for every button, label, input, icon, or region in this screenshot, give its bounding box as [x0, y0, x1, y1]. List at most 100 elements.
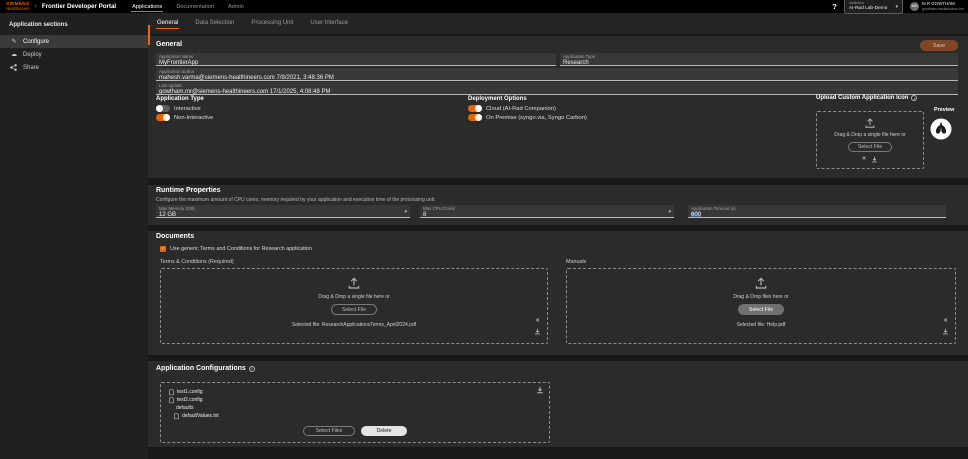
max-cpu-cores-field[interactable]: Max CPU Cores 8 ▾ [420, 205, 674, 218]
terms-file-actions: ✕ [534, 319, 541, 335]
tab-general[interactable]: General [156, 18, 179, 29]
remove-file-icon[interactable]: ✕ [862, 157, 867, 163]
siemens-healthineers-logo: SIEMENS Healthineers [6, 2, 30, 11]
manuals-label: Manuals [566, 259, 586, 265]
config-file-row[interactable]: defaultValues.txt [169, 413, 549, 420]
toggle-label: Interactive [174, 106, 201, 112]
cloud-icon: ☁ [10, 52, 18, 58]
file-icon [169, 397, 174, 404]
nav-item-admin[interactable]: Admin [227, 2, 245, 12]
tab-user-interface[interactable]: User Interface [309, 18, 349, 29]
scroll-indicator[interactable] [148, 25, 150, 45]
download-file-icon[interactable] [942, 328, 949, 335]
sidebar: Application sections ✎ Configure ☁ Deplo… [0, 13, 148, 459]
user-menu[interactable]: MG M R GOWTHAM gowtham.medikonduru.heal.… [910, 1, 962, 11]
field-value: 600 [691, 212, 943, 218]
chevron-down-icon[interactable]: ▾ [668, 209, 671, 215]
select-file-button[interactable]: Select File [331, 304, 377, 315]
runtime-description: Configure the maximum amount of CPU core… [156, 197, 436, 203]
toggle-row-interactive: Interactive [156, 105, 201, 112]
chevron-down-icon[interactable]: ▾ [404, 209, 407, 215]
sidebar-item-label: Share [23, 65, 39, 71]
portal-title: Frontier Developer Portal [42, 3, 116, 10]
application-type-heading: Application Type [156, 96, 204, 102]
non-interactive-toggle[interactable] [156, 114, 170, 121]
field-value: 8 [423, 212, 671, 218]
application-timeout-field[interactable]: Application Timeout (s) 600 [688, 205, 946, 218]
download-file-icon[interactable] [871, 156, 878, 163]
toggle-row-on-premise: On Premise (syngo.via, Syngo Carbon) [468, 114, 587, 121]
toggle-row-non-interactive: Non-Interactive [156, 114, 213, 121]
toggle-knob [156, 105, 163, 112]
application-name-field[interactable]: Application Name MyFrontierApp [156, 53, 556, 66]
field-value: Research [563, 60, 955, 66]
info-icon[interactable]: i [249, 366, 255, 372]
dropzone-text: Drag & Drop files here or [733, 294, 788, 300]
download-all-icon[interactable] [536, 386, 544, 394]
save-button[interactable]: Save [920, 40, 958, 51]
nav-item-documentation[interactable]: Documentation [175, 2, 215, 12]
remove-file-icon[interactable]: ✕ [535, 319, 540, 325]
runtime-heading: Runtime Properties [156, 187, 221, 194]
interactive-toggle[interactable] [156, 105, 170, 112]
selected-file-text: Selected file: Help.pdf [737, 322, 786, 328]
terms-dropzone[interactable]: Drag & Drop a single file here or Select… [160, 268, 548, 344]
config-file-name: test1.config [177, 389, 203, 395]
config-file-row[interactable]: test1.config [169, 389, 549, 396]
sidebar-item-deploy[interactable]: ☁ Deploy [0, 48, 148, 61]
selected-text: 600 [691, 212, 701, 218]
institution-text: Institution AI-Rad Lab-Demo [849, 1, 888, 11]
checkbox-label: Use generic Terms and Conditions for Res… [170, 246, 312, 252]
institution-dropdown[interactable]: Institution AI-Rad Lab-Demo ▾ [844, 0, 903, 14]
check-icon: ✓ [161, 247, 165, 252]
upload-icon-heading-row: Upload Custom Application Icon i [816, 95, 917, 101]
generic-terms-checkbox[interactable]: ✓ [160, 246, 166, 252]
icon-dropzone-actions: ✕ [862, 156, 879, 163]
nav-item-applications[interactable]: Applications [131, 2, 163, 12]
last-update-field: Last update gowtham.mr@siemens-healthine… [156, 82, 958, 95]
sidebar-item-configure[interactable]: ✎ Configure [0, 35, 148, 48]
config-file-row[interactable]: test2.config [169, 397, 549, 404]
field-value: mahesh.varma@siemens-healthineers.com 7/… [159, 75, 955, 81]
select-files-button[interactable]: Select Files [303, 426, 355, 436]
cloud-toggle[interactable] [468, 105, 482, 112]
config-files-dropzone[interactable]: test1.config test2.config defaults defau… [160, 382, 550, 443]
remove-file-icon[interactable]: ✕ [943, 319, 948, 325]
file-icon [169, 389, 174, 396]
toggle-label: On Premise (syngo.via, Syngo Carbon) [486, 115, 587, 121]
select-file-button[interactable]: Select File [738, 304, 784, 315]
delete-button[interactable]: Delete [361, 426, 407, 436]
config-folder-name: defaults [176, 405, 194, 411]
upload-icon [754, 276, 768, 290]
help-icon[interactable]: ? [832, 2, 837, 11]
tab-processing-unit[interactable]: Processing Unit [250, 18, 294, 29]
config-file-name: test2.config [177, 397, 203, 403]
toggle-row-cloud: Cloud (AI-Rad Companion) [468, 105, 556, 112]
on-premise-toggle[interactable] [468, 114, 482, 121]
tab-data-selection[interactable]: Data Selection [194, 18, 235, 29]
application-icon-preview [930, 118, 952, 140]
documents-panel: Documents ✓ Use generic Terms and Condit… [148, 231, 968, 355]
info-icon[interactable]: i [911, 95, 917, 101]
generic-terms-checkbox-row: ✓ Use generic Terms and Conditions for R… [160, 246, 312, 252]
pencil-icon: ✎ [10, 39, 18, 45]
max-memory-field[interactable]: Max Memory (GB) 12 GB ▾ [156, 205, 410, 218]
application-type-field[interactable]: Application Type Research [560, 53, 958, 66]
config-folder-row[interactable]: defaults [169, 405, 549, 412]
application-author-field: Application author mahesh.varma@siemens-… [156, 68, 958, 81]
icon-dropzone[interactable]: Drag & Drop a single file here or Select… [816, 111, 924, 169]
sidebar-item-share[interactable]: Share [0, 61, 148, 74]
dropzone-text: Drag & Drop a single file here or [318, 294, 389, 300]
upload-icon-heading: Upload Custom Application Icon [816, 95, 908, 101]
download-file-icon[interactable] [534, 328, 541, 335]
toggle-label: Non-Interactive [174, 115, 213, 121]
terms-label: Terms & Conditions (Required) [160, 259, 234, 265]
app-config-heading: Application Configurations [156, 365, 246, 372]
share-icon [10, 64, 18, 71]
section-tabbar: General Data Selection Processing Unit U… [148, 13, 968, 34]
sidebar-title: Application sections [0, 13, 148, 35]
select-file-button[interactable]: Select File [848, 142, 892, 152]
config-buttons: Select Files Delete [161, 426, 549, 436]
manuals-dropzone[interactable]: Drag & Drop files here or Select File Se… [566, 268, 956, 344]
config-file-list: test1.config test2.config defaults defau… [161, 383, 549, 420]
